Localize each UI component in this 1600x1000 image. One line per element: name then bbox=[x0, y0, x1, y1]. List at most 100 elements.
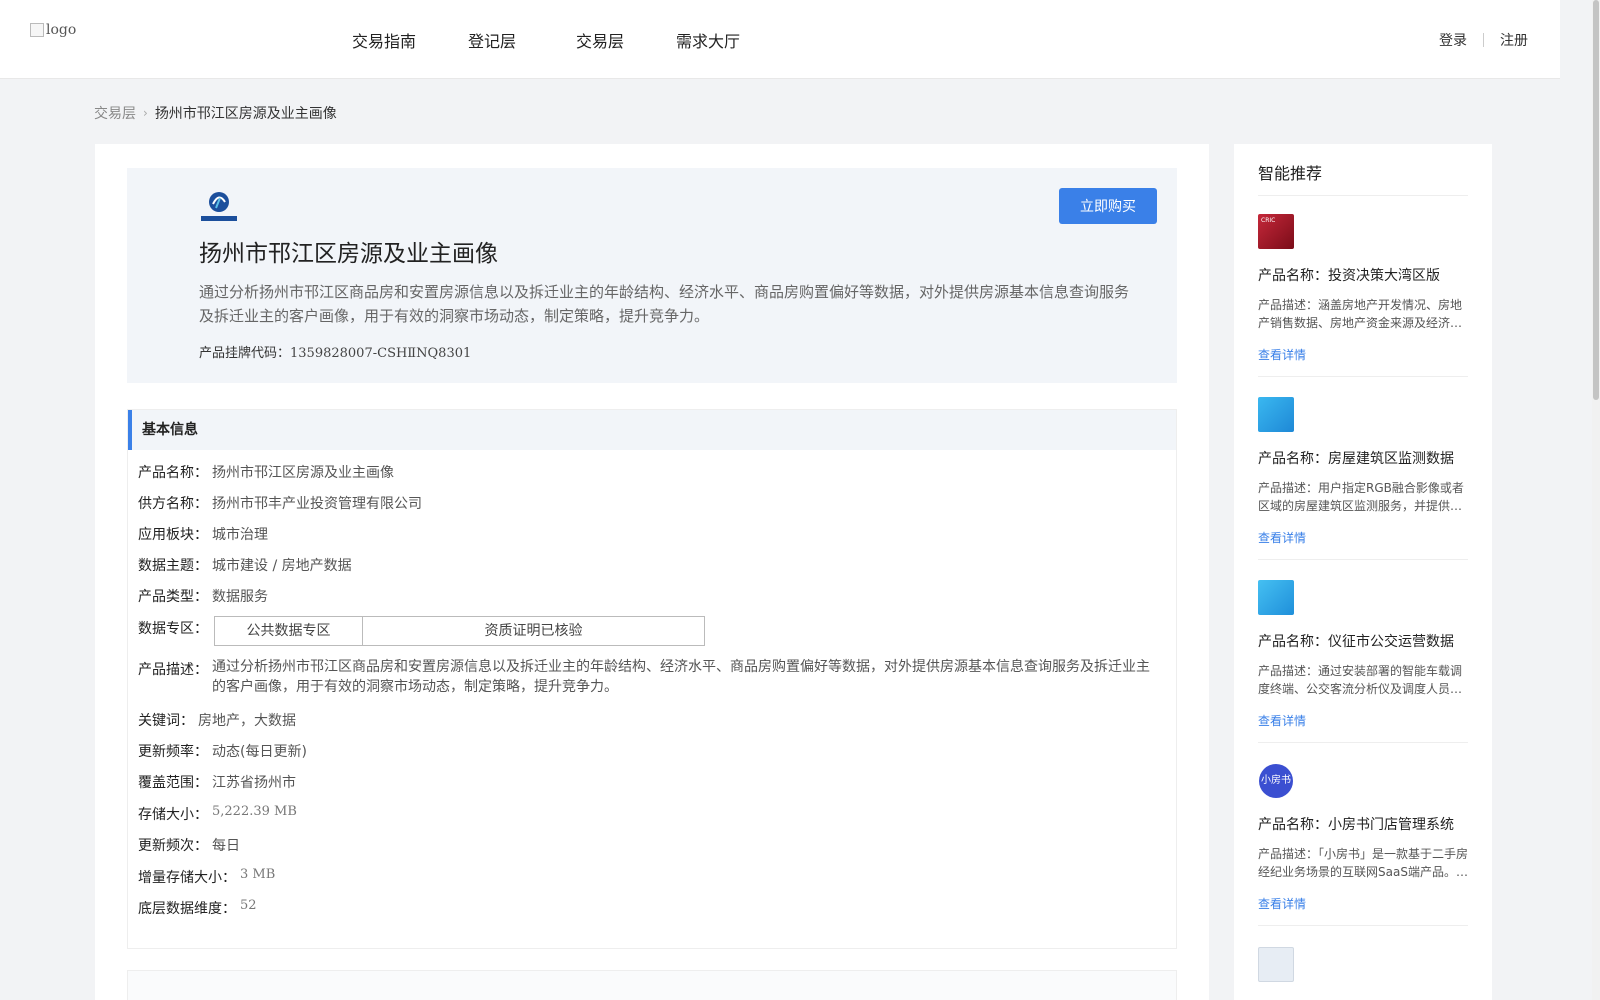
recommendation-card[interactable]: 产品名称：仪征市公交运营数据 产品描述：通过安装部署的智能车载调度终端、公交客流… bbox=[1258, 580, 1468, 743]
recommendation-card[interactable] bbox=[1258, 947, 1468, 982]
logo-alt-text: logo bbox=[46, 22, 77, 38]
breadcrumb-parent[interactable]: 交易层 bbox=[94, 103, 136, 123]
recommendation-name: 产品名称：小房书门店管理系统 bbox=[1258, 817, 1454, 833]
nav-item-guide[interactable]: 交易指南 bbox=[352, 28, 416, 52]
info-value: 城市建设 / 房地产数据 bbox=[212, 558, 352, 574]
info-label: 更新频次： bbox=[138, 838, 208, 854]
recommendation-name: 产品名称：投资决策大湾区版 bbox=[1258, 268, 1440, 284]
next-section bbox=[127, 970, 1177, 1000]
info-label: 供方名称： bbox=[138, 496, 208, 512]
page-scrollbar[interactable] bbox=[1592, 0, 1600, 1000]
info-value: 江苏省扬州市 bbox=[212, 775, 296, 791]
sidebar-title: 智能推荐 bbox=[1258, 164, 1323, 183]
zone-cell: 资质证明已核验 bbox=[362, 617, 704, 645]
basic-info-section: 基本信息 产品名称： 扬州市邗江区房源及业主画像 供方名称： 扬州市邗丰产业投资… bbox=[127, 409, 1177, 949]
info-row: 更新频率： 动态(每日更新) bbox=[138, 741, 307, 761]
product-thumbnail bbox=[1258, 397, 1294, 432]
buy-now-button[interactable]: 立即购买 bbox=[1059, 188, 1157, 224]
info-row: 数据主题： 城市建设 / 房地产数据 bbox=[138, 555, 352, 575]
info-row: 产品名称： 扬州市邗江区房源及业主画像 bbox=[138, 462, 394, 482]
divider bbox=[1258, 376, 1468, 377]
recommendation-desc: 产品描述：涵盖房地产开发情况、房地产销售数据、房地产资金来源及经济指标等数据 bbox=[1258, 298, 1463, 330]
breadcrumb-current: 扬州市邗江区房源及业主画像 bbox=[154, 106, 337, 122]
top-header: logo 交易指南 登记层 交易层 需求大厅 登录 注册 bbox=[0, 0, 1560, 79]
view-details-link[interactable]: 查看详情 bbox=[1258, 895, 1468, 912]
recommendation-name: 产品名称：仪征市公交运营数据 bbox=[1258, 634, 1454, 650]
info-value: 扬州市邗丰产业投资管理有限公司 bbox=[212, 496, 422, 512]
divider bbox=[1258, 559, 1468, 560]
info-row: 存储大小： 5,222.39 MB bbox=[138, 804, 297, 824]
divider bbox=[1258, 195, 1468, 196]
scrollbar-thumb[interactable] bbox=[1593, 0, 1599, 400]
info-label: 增量存储大小： bbox=[138, 870, 236, 886]
product-thumbnail: CRIC bbox=[1258, 214, 1294, 249]
info-value: 通过分析扬州市邗江区商品房和安置房源信息以及拆迁业主的年龄结构、经济水平、商品房… bbox=[212, 659, 1150, 695]
info-row: 应用板块： 城市治理 bbox=[138, 524, 268, 544]
info-label: 更新频率： bbox=[138, 744, 208, 760]
info-label: 底层数据维度： bbox=[138, 901, 236, 917]
info-row: 更新频次： 每日 bbox=[138, 835, 240, 855]
site-logo[interactable]: logo bbox=[30, 22, 76, 38]
product-hero: 扬州市邗江区房源及业主画像 通过分析扬州市邗江区商品房和安置房源信息以及拆迁业主… bbox=[127, 168, 1177, 383]
info-value: 52 bbox=[240, 898, 257, 913]
register-link[interactable]: 注册 bbox=[1500, 30, 1528, 50]
auth-links: 登录 注册 bbox=[1439, 30, 1528, 50]
supplier-logo-icon bbox=[201, 192, 237, 221]
divider bbox=[1258, 742, 1468, 743]
info-row: 增量存储大小： 3 MB bbox=[138, 867, 275, 887]
recommendation-desc: 产品描述：用户指定RGB融合影像或者区域的房屋建筑区监测服务，并提供其相关数据 bbox=[1258, 481, 1464, 513]
recommendation-card[interactable]: 小房书 产品名称：小房书门店管理系统 产品描述：「小房书」是一款基于二手房经纪业… bbox=[1258, 764, 1468, 926]
info-value: 数据服务 bbox=[212, 589, 268, 605]
nav-item-trading[interactable]: 交易层 bbox=[576, 28, 624, 52]
product-thumbnail bbox=[1258, 580, 1294, 615]
info-value: 3 MB bbox=[240, 867, 276, 882]
broken-image-icon bbox=[30, 23, 44, 37]
recommendation-card[interactable]: CRIC 产品名称：投资决策大湾区版 产品描述：涵盖房地产开发情况、房地产销售数… bbox=[1258, 214, 1468, 377]
recommendation-desc: 产品描述：通过安装部署的智能车载调度终端、公交客流分析仪及调度人员数据 bbox=[1258, 664, 1463, 696]
nav-item-demand[interactable]: 需求大厅 bbox=[676, 28, 740, 52]
data-zone-row: 数据专区： 公共数据专区 资质证明已核验 bbox=[138, 616, 705, 646]
info-label: 产品描述： bbox=[138, 662, 208, 678]
basic-info-title: 基本信息 bbox=[128, 410, 1176, 450]
info-label: 数据专区： bbox=[138, 621, 208, 637]
info-row: 产品类型： 数据服务 bbox=[138, 586, 268, 606]
divider bbox=[1258, 925, 1468, 926]
info-label: 存储大小： bbox=[138, 807, 208, 823]
info-row: 覆盖范围： 江苏省扬州市 bbox=[138, 772, 296, 792]
info-label: 数据主题： bbox=[138, 558, 208, 574]
data-zone-table: 公共数据专区 资质证明已核验 bbox=[214, 616, 705, 646]
product-summary: 通过分析扬州市邗江区商品房和安置房源信息以及拆迁业主的年龄结构、经济水平、商品房… bbox=[199, 283, 1130, 325]
info-row: 关键词： 房地产，大数据 bbox=[138, 710, 296, 730]
listing-code: 产品挂牌代码：1359828007-CSHⅡNQ8301 bbox=[199, 342, 471, 361]
info-row: 供方名称： 扬州市邗丰产业投资管理有限公司 bbox=[138, 493, 422, 513]
info-label: 产品名称： bbox=[138, 465, 208, 481]
product-detail-panel: 扬州市邗江区房源及业主画像 通过分析扬州市邗江区商品房和安置房源信息以及拆迁业主… bbox=[95, 144, 1209, 1000]
info-label: 关键词： bbox=[138, 713, 194, 729]
product-thumbnail: 小房书 bbox=[1259, 764, 1293, 798]
info-value: 5,222.39 MB bbox=[212, 804, 297, 819]
info-label: 覆盖范围： bbox=[138, 775, 208, 791]
info-label: 产品类型： bbox=[138, 589, 208, 605]
info-label: 应用板块： bbox=[138, 527, 208, 543]
product-thumbnail bbox=[1258, 947, 1294, 982]
listing-code-label: 产品挂牌代码： bbox=[199, 346, 291, 361]
info-value: 扬州市邗江区房源及业主画像 bbox=[212, 465, 394, 481]
zone-cell: 公共数据专区 bbox=[246, 623, 331, 639]
auth-divider bbox=[1483, 33, 1484, 47]
chevron-right-icon: › bbox=[143, 106, 148, 120]
info-value: 城市治理 bbox=[212, 527, 268, 543]
view-details-link[interactable]: 查看详情 bbox=[1258, 529, 1468, 546]
info-value: 动态(每日更新) bbox=[212, 744, 307, 760]
recommendation-desc: 产品描述：「小房书」是一款基于二手房经纪业务场景的互联网SaaS端产品。它提供门… bbox=[1258, 847, 1468, 879]
recommendation-card[interactable]: 产品名称：房屋建筑区监测数据 产品描述：用户指定RGB融合影像或者区域的房屋建筑… bbox=[1258, 397, 1468, 560]
product-title: 扬州市邗江区房源及业主画像 bbox=[199, 241, 498, 267]
info-value: 每日 bbox=[212, 838, 240, 854]
description-row: 产品描述： 通过分析扬州市邗江区商品房和安置房源信息以及拆迁业主的年龄结构、经济… bbox=[138, 659, 1152, 697]
view-details-link[interactable]: 查看详情 bbox=[1258, 712, 1468, 729]
view-details-link[interactable]: 查看详情 bbox=[1258, 346, 1468, 363]
login-link[interactable]: 登录 bbox=[1439, 30, 1467, 50]
info-value: 房地产，大数据 bbox=[198, 713, 296, 729]
breadcrumb: 交易层 › 扬州市邗江区房源及业主画像 bbox=[94, 103, 337, 123]
nav-item-registry[interactable]: 登记层 bbox=[468, 28, 516, 52]
listing-code-value: 1359828007-CSHⅡNQ8301 bbox=[290, 346, 472, 361]
